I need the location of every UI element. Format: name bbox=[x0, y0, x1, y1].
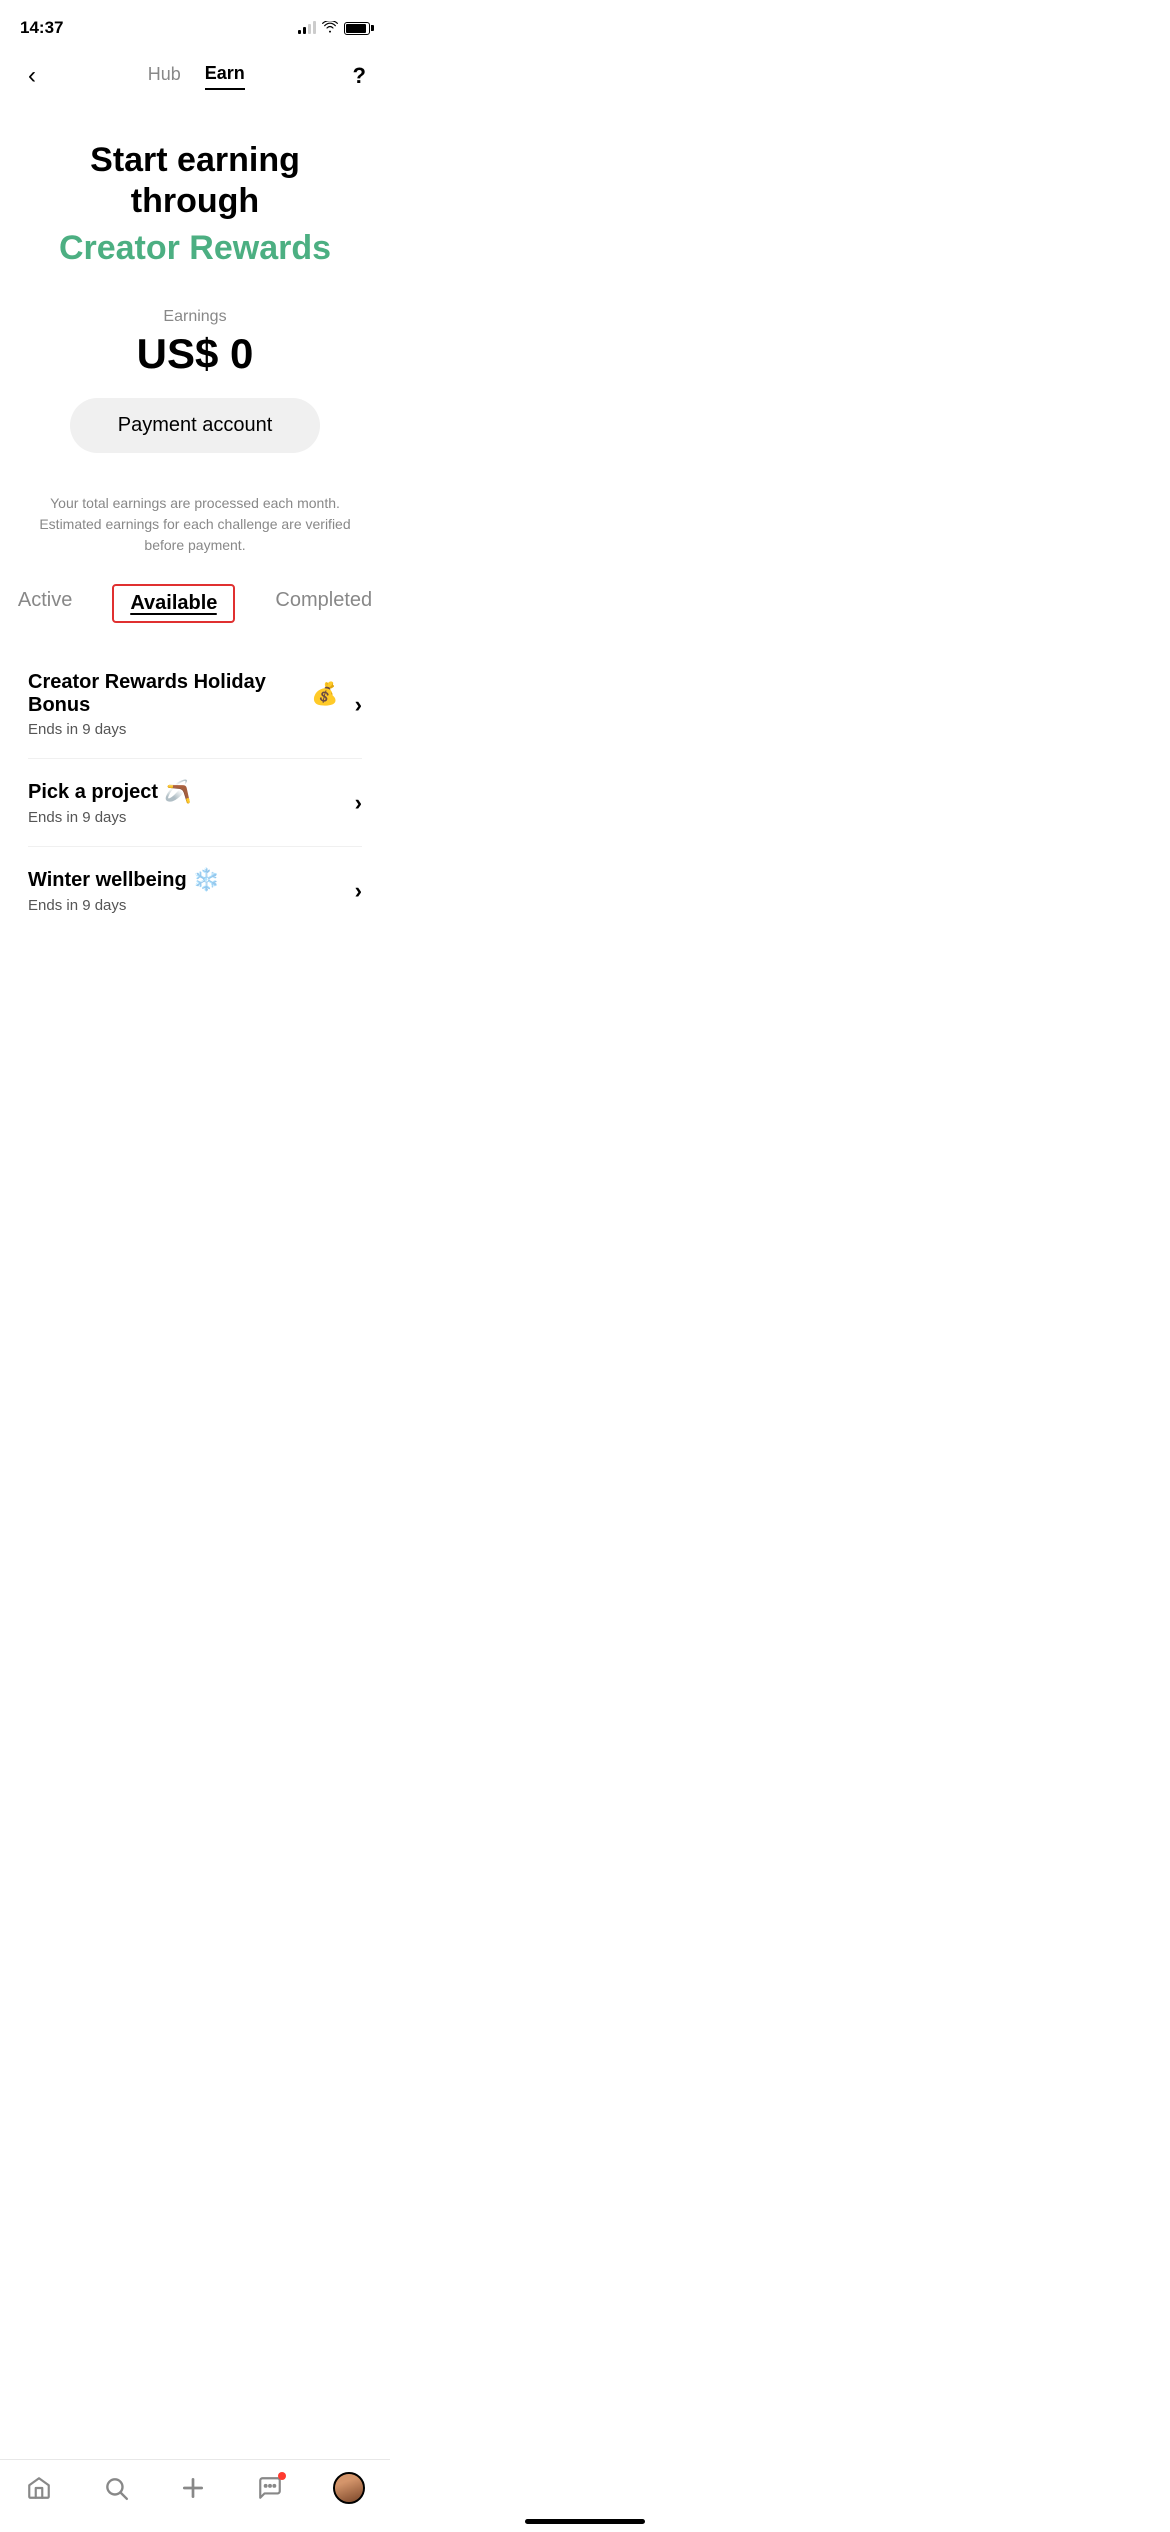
wifi-icon bbox=[322, 20, 338, 36]
challenge-ends: Ends in 9 days bbox=[28, 897, 339, 914]
status-icons bbox=[298, 20, 370, 36]
nav-search[interactable] bbox=[102, 2474, 130, 2502]
nav-home[interactable] bbox=[25, 2474, 53, 2502]
nav-messages[interactable] bbox=[256, 2474, 284, 2502]
battery-icon bbox=[344, 22, 370, 35]
hero-title-line2: Creator Rewards bbox=[24, 228, 366, 269]
tab-completed[interactable]: Completed bbox=[275, 589, 372, 618]
chevron-right-icon: › bbox=[339, 878, 362, 904]
home-icon bbox=[25, 2474, 53, 2502]
notification-dot bbox=[278, 2472, 286, 2480]
earnings-section: Earnings US$ 0 Payment account bbox=[24, 308, 366, 473]
challenge-tabs: Active Available Completed bbox=[24, 584, 366, 623]
earnings-label: Earnings bbox=[24, 308, 366, 326]
challenge-title-text: Winter wellbeing bbox=[28, 869, 187, 892]
challenge-title: Winter wellbeing ❄️ bbox=[28, 867, 339, 893]
bottom-nav bbox=[0, 2459, 390, 2532]
nav-create[interactable] bbox=[179, 2474, 207, 2502]
challenge-title-text: Creator Rewards Holiday Bonus bbox=[28, 671, 305, 717]
challenge-emoji: ❄️ bbox=[193, 867, 220, 893]
search-icon bbox=[102, 2474, 130, 2502]
challenge-item[interactable]: Pick a project 🪃 Ends in 9 days › bbox=[28, 759, 362, 847]
back-button[interactable]: ‹ bbox=[24, 58, 40, 94]
hero-section: Start earning through Creator Rewards bbox=[24, 130, 366, 308]
help-button[interactable]: ? bbox=[353, 63, 366, 89]
nav-profile[interactable] bbox=[333, 2472, 365, 2504]
tab-available[interactable]: Available bbox=[112, 584, 235, 623]
messages-icon bbox=[256, 2474, 284, 2502]
earnings-amount: US$ 0 bbox=[24, 330, 366, 378]
signal-icon bbox=[298, 22, 316, 34]
main-content: Start earning through Creator Rewards Ea… bbox=[0, 110, 390, 1034]
chevron-right-icon: › bbox=[339, 790, 362, 816]
challenge-info: Pick a project 🪃 Ends in 9 days bbox=[28, 779, 339, 826]
home-indicator bbox=[525, 2519, 645, 2524]
nav-tabs: Hub Earn bbox=[148, 63, 245, 90]
tab-hub[interactable]: Hub bbox=[148, 64, 181, 89]
chevron-right-icon: › bbox=[339, 692, 362, 718]
tab-earn[interactable]: Earn bbox=[205, 63, 245, 90]
challenge-ends: Ends in 9 days bbox=[28, 809, 339, 826]
challenge-title-text: Pick a project bbox=[28, 781, 158, 804]
disclaimer-text: Your total earnings are processed each m… bbox=[24, 493, 366, 556]
challenge-item[interactable]: Winter wellbeing ❄️ Ends in 9 days › bbox=[28, 847, 362, 934]
payment-account-button[interactable]: Payment account bbox=[70, 398, 321, 453]
challenge-item[interactable]: Creator Rewards Holiday Bonus 💰 Ends in … bbox=[28, 651, 362, 759]
challenge-emoji: 🪃 bbox=[164, 779, 191, 805]
challenge-emoji: 💰 bbox=[311, 681, 338, 707]
challenge-title: Pick a project 🪃 bbox=[28, 779, 339, 805]
challenge-info: Winter wellbeing ❄️ Ends in 9 days bbox=[28, 867, 339, 914]
nav-header: ‹ Hub Earn ? bbox=[0, 50, 390, 110]
hero-title-line1: Start earning through bbox=[24, 140, 366, 222]
tab-active[interactable]: Active bbox=[18, 589, 72, 618]
challenge-ends: Ends in 9 days bbox=[28, 721, 339, 738]
challenge-info: Creator Rewards Holiday Bonus 💰 Ends in … bbox=[28, 671, 339, 738]
plus-icon bbox=[179, 2474, 207, 2502]
status-bar: 14:37 bbox=[0, 0, 390, 50]
challenge-list: Creator Rewards Holiday Bonus 💰 Ends in … bbox=[24, 651, 366, 934]
avatar bbox=[333, 2472, 365, 2504]
status-time: 14:37 bbox=[20, 18, 63, 38]
challenge-title: Creator Rewards Holiday Bonus 💰 bbox=[28, 671, 339, 717]
